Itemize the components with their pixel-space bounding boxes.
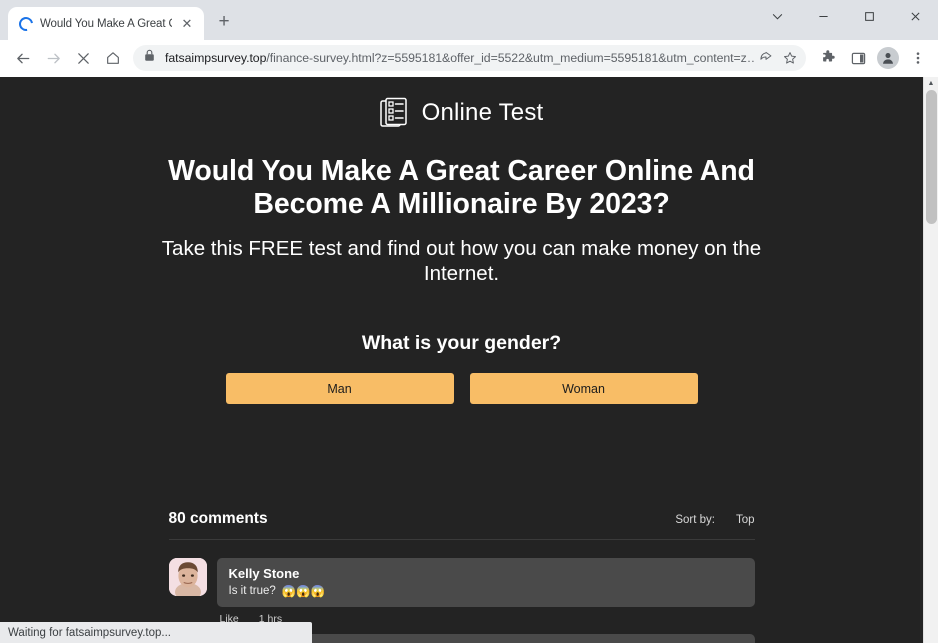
tab-title: Would You Make A Great Career (40, 17, 172, 30)
stop-loading-button[interactable] (68, 43, 98, 73)
page-content: Online Test Would You Make A Great Caree… (0, 77, 923, 643)
document-checklist-icon (379, 97, 410, 129)
survey-answers: Man Woman (0, 373, 923, 405)
browser-toolbar: fatsaimpsurvey.top/finance-survey.html?z… (0, 40, 938, 77)
comments-header: 80 comments Sort by: Top (168, 510, 755, 541)
side-panel-icon[interactable] (844, 44, 872, 72)
back-button[interactable] (8, 43, 38, 73)
address-bar[interactable]: fatsaimpsurvey.top/finance-survey.html?z… (133, 45, 806, 71)
sort-by-label: Sort by: (675, 514, 715, 527)
close-window-icon[interactable] (892, 0, 938, 32)
browser-window: Would You Make A Great Career ✕ + (0, 0, 938, 643)
new-tab-button[interactable]: + (210, 9, 238, 37)
maximize-icon[interactable] (846, 0, 892, 32)
scrollbar-thumb[interactable] (926, 90, 937, 224)
page-viewport: Online Test Would You Make A Great Caree… (0, 77, 938, 643)
site-logo-text: Online Test (421, 99, 544, 126)
forward-button[interactable] (38, 43, 68, 73)
browser-tab[interactable]: Would You Make A Great Career ✕ (8, 7, 204, 40)
comment-emojis: 😱😱😱 (281, 586, 325, 599)
comments-count: 80 comments (168, 510, 268, 528)
url-text: fatsaimpsurvey.top/finance-survey.html?z… (165, 51, 754, 65)
share-icon[interactable] (754, 46, 778, 70)
sort-by-value[interactable]: Top (736, 514, 755, 526)
page-headline: Would You Make A Great Career Online And… (168, 155, 755, 221)
url-path: /finance-survey.html?z=5595181&offer_id=… (266, 51, 754, 65)
minimize-icon[interactable] (800, 0, 846, 32)
three-dot-menu-icon[interactable] (904, 44, 932, 72)
survey-question: What is your gender? (361, 332, 562, 355)
avatar (877, 47, 899, 69)
site-logo: Online Test (0, 97, 923, 129)
answer-button-man[interactable]: Man (225, 373, 454, 405)
comment-author[interactable]: Kelly Stone (229, 566, 743, 581)
comment-avatar (168, 558, 207, 597)
comment-text-row: Is it true? 😱😱😱 (229, 584, 743, 598)
window-controls (754, 0, 938, 40)
page-subheadline: Take this FREE test and find out how you… (161, 237, 762, 285)
profile-avatar-icon[interactable] (874, 44, 902, 72)
home-button[interactable] (98, 43, 128, 73)
extensions-puzzle-icon[interactable] (814, 44, 842, 72)
comments-sort[interactable]: Sort by: Top (675, 514, 754, 526)
tab-search-chevron-down-icon[interactable] (754, 0, 800, 32)
bookmark-star-icon[interactable] (778, 46, 802, 70)
lock-icon (144, 49, 157, 67)
status-bar: Waiting for fatsaimpsurvey.top... (0, 622, 312, 643)
loading-spinner-icon (16, 13, 36, 34)
scrollbar-up-arrow-icon[interactable]: ▲ (924, 77, 938, 90)
answer-button-woman[interactable]: Woman (469, 373, 698, 405)
tab-strip: Would You Make A Great Career ✕ + (0, 0, 938, 40)
comment-bubble: Kelly Stone Is it true? 😱😱😱 (216, 558, 755, 608)
url-host: fatsaimpsurvey.top (165, 51, 267, 65)
comment-text: Is it true? (228, 585, 276, 598)
tab-close-icon[interactable]: ✕ (179, 16, 195, 32)
web-page: Online Test Would You Make A Great Caree… (0, 77, 923, 643)
page-scrollbar[interactable]: ▲ (923, 77, 938, 643)
